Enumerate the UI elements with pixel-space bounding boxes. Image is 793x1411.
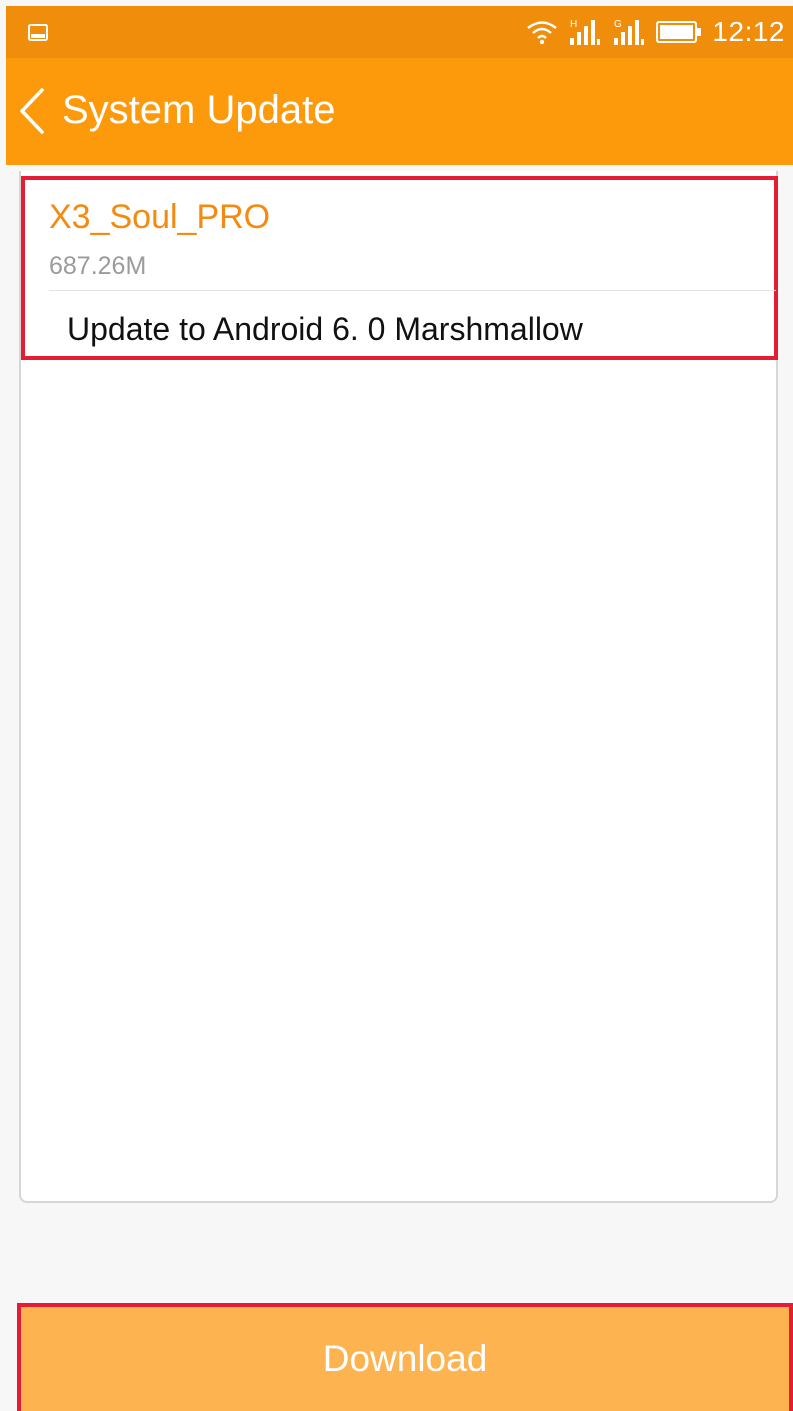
package-size: 687.26M — [49, 252, 147, 280]
download-button[interactable]: Download — [17, 1303, 793, 1411]
update-package-card: X3_Soul_PRO 687.26M Update to Android 6.… — [21, 176, 778, 360]
wifi-icon — [527, 21, 558, 45]
sim2-network-label: G — [614, 19, 622, 30]
screen: H G 12:12 System Update X3_Soul_PRO 687.… — [6, 6, 793, 1411]
page-title: System Update — [62, 88, 336, 132]
image-notification-icon — [28, 24, 48, 41]
update-description: Update to Android 6. 0 Marshmallow — [67, 311, 583, 347]
signal-sim2-icon: G — [614, 19, 645, 45]
download-button-label: Download — [322, 1338, 488, 1379]
back-button[interactable] — [12, 84, 52, 138]
package-name: X3_Soul_PRO — [49, 198, 271, 236]
signal-sim1-icon: H — [570, 19, 601, 45]
battery-icon — [656, 21, 702, 43]
status-bar: H G 12:12 — [6, 6, 793, 58]
sim1-network-label: H — [570, 19, 577, 30]
card-divider — [49, 290, 776, 291]
chevron-left-icon — [20, 88, 44, 134]
action-bar: System Update — [6, 58, 793, 165]
status-icons: H G 12:12 — [526, 6, 785, 58]
status-clock: 12:12 — [712, 16, 785, 47]
